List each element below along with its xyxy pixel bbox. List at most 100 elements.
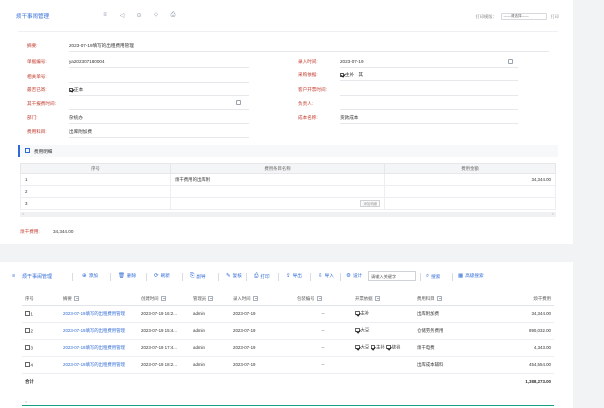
search-input[interactable]: 请输入关键字 (368, 271, 416, 281)
row-summary-link[interactable]: 2023-07-19填写的出租费用管理 (60, 322, 138, 340)
print-list-button[interactable]: ⎙ 打印 (254, 273, 270, 280)
list-menu-icon[interactable]: ≡ (12, 273, 15, 279)
row-select[interactable]: 4 (22, 356, 60, 374)
detail-row[interactable]: 1 烦干费用的出库附 34,344.00 (20, 173, 556, 186)
shape-icon[interactable]: ⬦ (153, 12, 159, 19)
list-col-no: 序号 (22, 293, 60, 306)
row-admin: admin (190, 356, 230, 374)
advanced-search-button[interactable]: ▦ 高级搜索 (458, 273, 484, 279)
payee-underline (340, 109, 518, 110)
detail-cell-amount[interactable] (384, 185, 556, 198)
delete-button[interactable]: 🗑 删除 (118, 273, 136, 279)
chevron-down-icon[interactable] (73, 296, 79, 302)
toolbar-divider (110, 273, 111, 281)
need-invoice-checkbox[interactable] (69, 87, 73, 92)
chevron-down-icon[interactable] (208, 296, 214, 302)
list-title: 烦干事闹管理 (22, 274, 53, 280)
print-button[interactable]: 打印 (551, 14, 559, 20)
table-row[interactable]: 4 2023-07-19填写的出租费用管理 2023-07-19 18:2...… (22, 356, 554, 374)
back-icon[interactable]: ◁ (119, 12, 125, 19)
detail-cell-name[interactable]: 烦干费用的出库附 (170, 173, 385, 186)
detail-row[interactable]: 3 添加明细 (20, 197, 556, 210)
table-row[interactable]: 2 2023-07-19填写的出租费用管理 2023-07-19 15:4...… (22, 322, 554, 340)
chevron-down-icon[interactable] (436, 296, 442, 302)
print-template-select[interactable]: ——请选择—— (500, 13, 547, 20)
doc-no-underline (69, 67, 249, 68)
row-checkbox[interactable] (25, 345, 30, 350)
list-panel: ≡ 烦干事闹管理 ⊕ 添加 🗑 删除 ⟳ 刷新 ⎘ 副导 ✎ 复核 ⎙ 打印 ⇪ 导出 ⇩ 导入… (0, 262, 573, 408)
search-button[interactable]: ⌕ 搜索 (426, 273, 440, 280)
review-button[interactable]: ✎ 复核 (226, 273, 242, 279)
toolbar-divider (218, 273, 219, 281)
chevron-down-icon[interactable] (316, 296, 322, 302)
scroll-left-icon[interactable]: < (25, 399, 27, 404)
add-detail-button[interactable]: 添加明细 (360, 200, 380, 207)
add-icon: ⊕ (82, 273, 87, 279)
add-button[interactable]: ⊕ 添加 (82, 273, 98, 279)
table-row[interactable]: 1 2023-07-19填写的出租费用管理 2023-07-19 16:2...… (22, 305, 554, 323)
row-select[interactable]: 3 (22, 339, 60, 357)
row-summary-link[interactable]: 2023-07-19填写的出租费用管理 (60, 305, 138, 323)
row-checkbox[interactable] (25, 311, 30, 316)
invoice-flag-label: 采购依据: (298, 72, 318, 77)
design-button[interactable]: ⚙ 设计 (346, 273, 362, 279)
copy-icon: ⎘ (190, 273, 195, 279)
dept-value[interactable]: 杂统办 (69, 115, 83, 121)
detail-cell-name[interactable] (170, 185, 385, 198)
copy-button[interactable]: ⎘ 副导 (190, 273, 206, 280)
invoice-flag-option-2[interactable]: 其 (358, 72, 363, 77)
row-checkbox[interactable] (25, 328, 30, 333)
toolbar-divider (146, 273, 147, 281)
scroll-right-icon[interactable]: > (552, 211, 554, 216)
row-summary-link[interactable]: 2023-07-19填写的出租费用管理 (60, 356, 138, 374)
row-entry: 2023-07-19 (230, 322, 294, 340)
chevron-down-icon[interactable] (252, 296, 258, 302)
row-admin: admin (190, 322, 230, 340)
detail-col-amount: 费用金额 (384, 163, 556, 174)
row-subject: 出库附加费 (414, 305, 476, 323)
detail-title: 烦干事闹管理 (16, 14, 50, 20)
row-summary-link[interactable]: 2023-07-19填写的出租费用管理 (60, 339, 138, 357)
toolbar-divider (340, 273, 341, 281)
row-select[interactable]: 2 (22, 322, 60, 340)
payee-label: 负责人: (298, 101, 314, 106)
detail-section-title: 费用明细 (34, 148, 53, 154)
row-pack: -- (294, 305, 352, 323)
chevron-down-icon[interactable] (374, 296, 380, 302)
detail-cell-name[interactable]: 添加明细 (170, 197, 385, 210)
row-basis: 主补 (352, 305, 414, 323)
export-button[interactable]: ⇪ 导出 (286, 273, 302, 279)
import-label: 导入 (324, 273, 334, 278)
import-button[interactable]: ⇩ 导入 (318, 273, 334, 279)
row-select[interactable]: 1 (22, 305, 60, 323)
list-col-subject: 费用科目 (414, 293, 476, 306)
detail-horizontal-scrollbar[interactable]: < > (20, 211, 556, 217)
topic-value[interactable]: 2023-07-19填写的出租费用管理 (69, 43, 134, 49)
toolbar-divider (310, 273, 311, 281)
detail-row[interactable]: 2 (20, 185, 556, 198)
entry-date-value[interactable]: 2023-07-19 (340, 59, 364, 64)
refresh-button[interactable]: ⟳ 刷新 (154, 273, 170, 279)
row-created: 2023-07-19 17:4... (138, 339, 190, 357)
list-horizontal-scrollbar[interactable]: < (22, 399, 554, 406)
related-doc-label: 客户开票时间: (298, 87, 327, 92)
entry-date-calendar-icon[interactable] (508, 59, 513, 64)
view-icon[interactable]: ⊙ (136, 12, 142, 19)
detail-cell-amount[interactable]: 34,344.00 (384, 173, 556, 186)
row-checkbox[interactable] (25, 362, 30, 367)
doc-no-value[interactable]: ya202307180004 (69, 59, 105, 64)
scroll-left-icon[interactable]: < (22, 211, 24, 216)
menu-icon[interactable]: ≡ (102, 12, 108, 19)
expense-date-calendar-icon[interactable] (236, 100, 241, 105)
table-row[interactable]: 3 2023-07-19填写的出租费用管理 2023-07-19 17:4...… (22, 339, 554, 357)
row-subject: 仓储劳务费用 (414, 322, 476, 340)
detail-section-header: 费用明细 (18, 145, 558, 157)
invoice-flag-checkbox-1[interactable] (340, 72, 344, 77)
review-label: 复核 (232, 273, 242, 278)
detail-cell-amount[interactable] (384, 197, 556, 210)
row-admin: admin (190, 339, 230, 357)
type-value[interactable]: 出库附加费 (69, 129, 92, 135)
chevron-down-icon[interactable] (160, 296, 166, 302)
print-small-icon[interactable]: ⎙ (170, 12, 176, 19)
cost-value[interactable]: 货款成本 (340, 115, 358, 121)
